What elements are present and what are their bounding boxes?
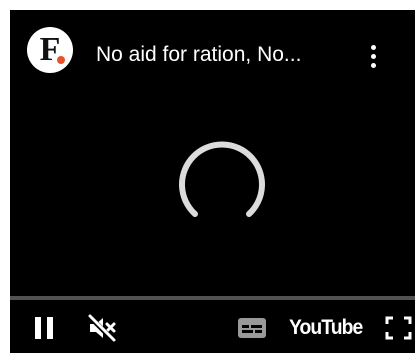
pause-icon: [35, 317, 53, 339]
pause-button[interactable]: [30, 310, 60, 346]
youtube-logo-button[interactable]: YouTube: [289, 313, 363, 343]
progress-bar[interactable]: [10, 296, 415, 300]
volume-muted-icon: [87, 314, 116, 343]
more-vert-icon: [371, 45, 376, 50]
logo-dot: [57, 56, 65, 64]
captions-button[interactable]: [234, 310, 270, 346]
fullscreen-icon: [385, 316, 412, 340]
more-options-button[interactable]: [362, 42, 386, 72]
captions-icon: [238, 318, 266, 338]
video-title[interactable]: No aid for ration, No...: [96, 42, 346, 68]
channel-logo-letter: F: [39, 31, 61, 68]
more-vert-icon-dot: [371, 63, 376, 68]
mute-button[interactable]: [84, 310, 120, 346]
fullscreen-button[interactable]: [382, 310, 415, 346]
channel-avatar[interactable]: F: [27, 27, 73, 73]
loading-spinner-icon: [179, 141, 265, 217]
video-player[interactable]: F No aid for ration, No... YouTube: [10, 10, 415, 353]
more-vert-icon-dot: [371, 54, 376, 59]
